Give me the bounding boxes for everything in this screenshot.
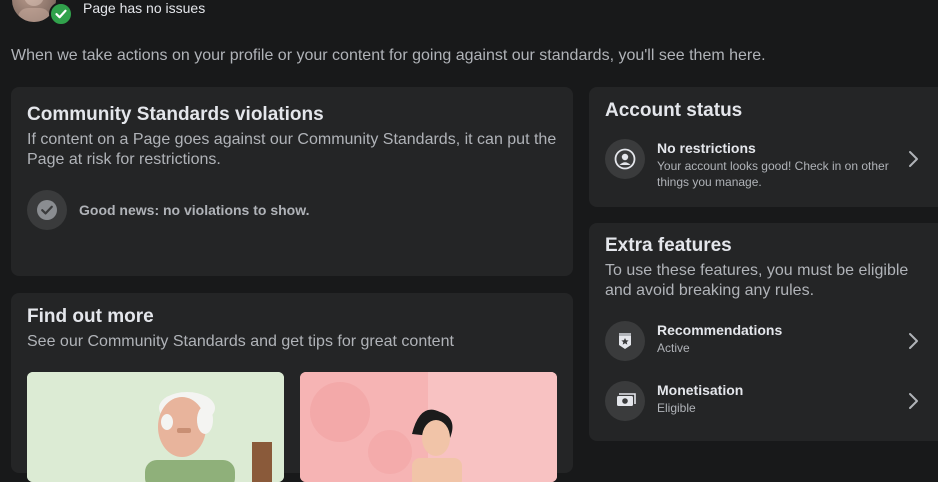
elderly-man-illustration — [27, 372, 284, 482]
monetisation-status: Eligible — [657, 401, 696, 415]
great-content-thumbnail[interactable] — [300, 372, 557, 482]
violations-title: Community Standards violations — [27, 104, 324, 125]
recommendations-title: Recommendations — [657, 322, 783, 338]
recommendations-status: Active — [657, 341, 690, 355]
person-illustration — [300, 372, 557, 482]
check-circle-icon — [27, 190, 67, 230]
good-news-text: Good news: no violations to show. — [79, 202, 310, 218]
community-standards-thumbnail[interactable] — [27, 372, 284, 482]
find-out-more-title: Find out more — [27, 306, 154, 327]
no-restrictions-title: No restrictions — [657, 140, 756, 156]
no-restrictions-row[interactable]: No restrictions Your account looks good!… — [605, 139, 923, 190]
chevron-right-icon — [909, 393, 918, 409]
chevron-right-icon — [909, 151, 918, 167]
money-icon — [605, 381, 645, 421]
monetisation-title: Monetisation — [657, 382, 744, 398]
user-circle-icon — [605, 139, 645, 179]
chevron-right-icon — [909, 333, 918, 349]
violations-description: If content on a Page goes against our Co… — [27, 131, 557, 168]
recommendations-row[interactable]: Recommendations Active — [605, 321, 923, 361]
good-news-row: Good news: no violations to show. — [27, 190, 309, 230]
find-out-more-description: See our Community Standards and get tips… — [27, 333, 454, 350]
account-status-title: Account status — [605, 100, 743, 121]
check-badge-icon — [49, 2, 73, 26]
monetisation-row[interactable]: Monetisation Eligible — [605, 381, 923, 421]
intro-text: When we take actions on your profile or … — [11, 47, 766, 64]
extra-features-title: Extra features — [605, 235, 732, 256]
no-restrictions-subtitle: Your account looks good! Check in on oth… — [657, 159, 889, 189]
find-out-more-card: Find out more See our Community Standard… — [11, 293, 573, 482]
extra-features-card: Extra features To use these features, yo… — [589, 223, 938, 441]
account-status-card: Account status No restrictions Your acco… — [589, 87, 938, 207]
extra-features-description: To use these features, you must be eligi… — [605, 262, 909, 299]
recommendations-badge-icon — [605, 321, 645, 361]
page-status-text: Page has no issues — [83, 0, 206, 16]
violations-card: Community Standards violations If conten… — [11, 87, 573, 276]
